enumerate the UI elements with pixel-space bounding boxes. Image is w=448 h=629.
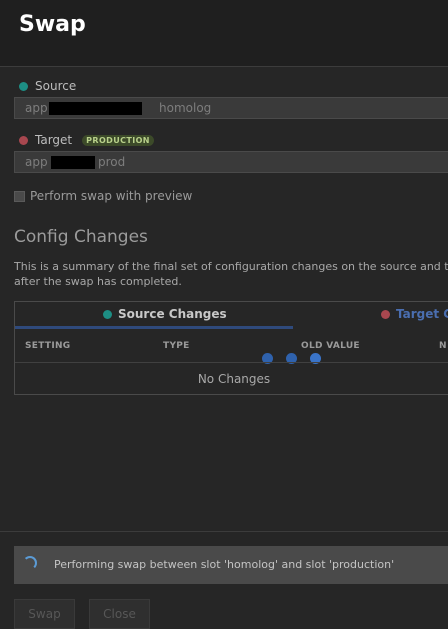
target-label-row: Target PRODUCTION [19, 133, 154, 147]
dialog-header: Swap [0, 0, 448, 67]
tab-source-changes-label: Source Changes [118, 307, 227, 321]
changes-panel: Source Changes Target Ch SETTING TYPE OL… [14, 301, 448, 395]
description-line-1: This is a summary of the final set of co… [14, 260, 448, 273]
column-header-setting: SETTING [25, 341, 71, 351]
spinner-icon [23, 556, 37, 570]
status-notification: Performing swap between slot 'homolog' a… [14, 546, 448, 584]
preview-checkbox[interactable] [14, 190, 25, 202]
column-header-new-value: N [439, 341, 447, 351]
tab-target-changes-label: Target Ch [396, 307, 448, 321]
source-dot-icon [19, 81, 28, 91]
target-dot-icon [19, 135, 28, 145]
config-changes-title: Config Changes [14, 227, 148, 247]
production-badge: PRODUCTION [82, 134, 154, 146]
target-label: Target [35, 133, 73, 147]
no-changes-text: No Changes [197, 372, 271, 386]
footer-divider [0, 531, 448, 532]
redaction-bar [51, 156, 95, 169]
source-value-prefix: app [25, 101, 48, 115]
preview-checkbox-row[interactable]: Perform swap with preview [14, 189, 192, 203]
status-text: Performing swap between slot 'homolog' a… [54, 558, 395, 571]
column-header-type: TYPE [163, 341, 190, 351]
active-tab-indicator [15, 326, 293, 329]
source-slot-field[interactable]: app homolog [14, 97, 448, 119]
close-button[interactable]: Close [89, 599, 150, 629]
target-value-prefix: app [25, 155, 48, 169]
source-label-row: Source [19, 79, 76, 93]
column-header-old-value: OLD VALUE [301, 341, 360, 351]
teal-dot-icon [103, 309, 112, 319]
source-value-suffix: homolog [159, 101, 212, 115]
dialog-title: Swap [19, 12, 86, 37]
tab-target-changes[interactable]: Target Ch [381, 307, 448, 321]
source-label: Source [35, 79, 77, 93]
redaction-bar [49, 102, 142, 115]
target-slot-field[interactable]: app prod [14, 151, 448, 173]
table-header-divider [15, 362, 448, 363]
config-changes-description: This is a summary of the final set of co… [14, 259, 448, 289]
swap-button[interactable]: Swap [14, 599, 75, 629]
description-line-2: after the swap has completed. [14, 275, 182, 288]
red-dot-icon [381, 309, 390, 319]
target-value-suffix: prod [98, 155, 126, 169]
tab-source-changes[interactable]: Source Changes [103, 307, 227, 321]
preview-checkbox-label: Perform swap with preview [30, 189, 193, 203]
